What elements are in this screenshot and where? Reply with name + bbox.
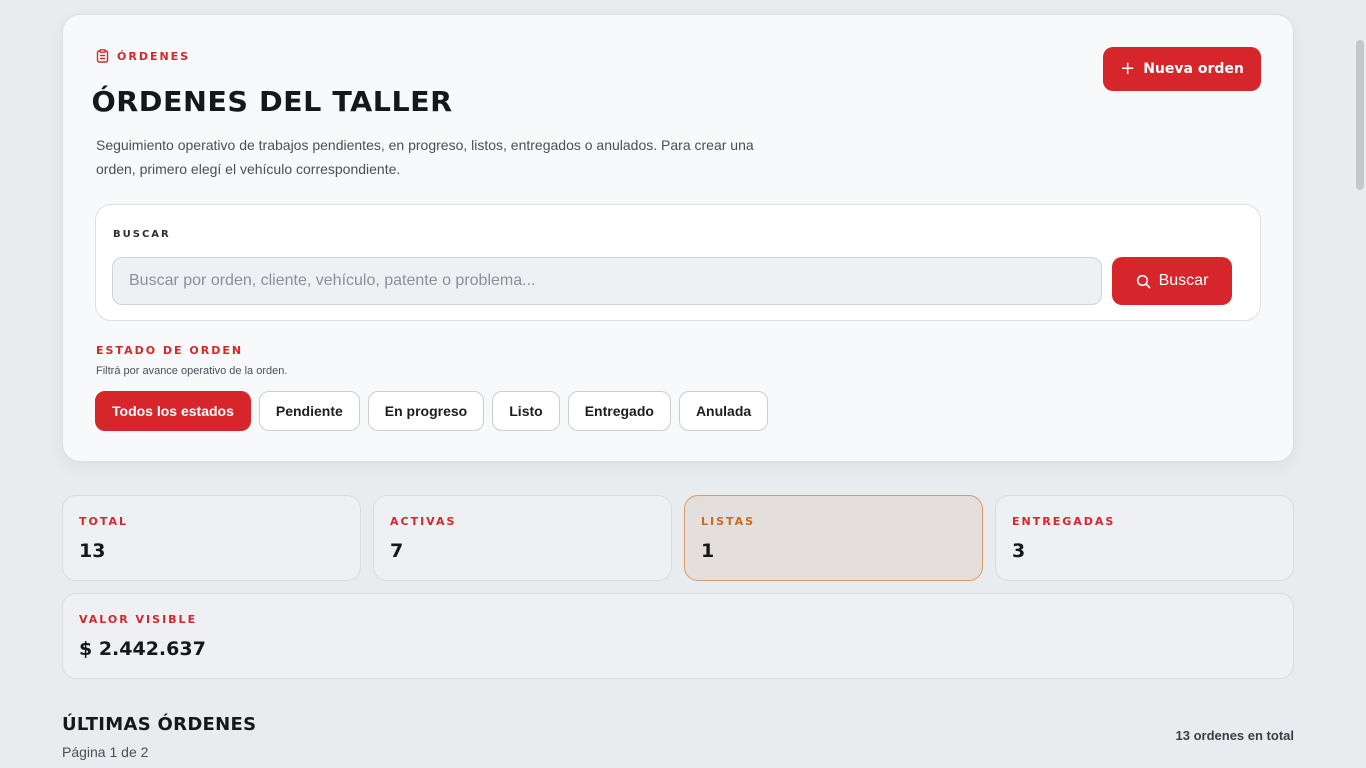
new-order-label: Nueva orden xyxy=(1143,61,1244,77)
new-order-button[interactable]: + Nueva orden xyxy=(1103,47,1261,91)
page-scrollbar[interactable] xyxy=(1354,0,1366,768)
stat-value: $ 2.442.637 xyxy=(79,638,206,660)
stat-value: 1 xyxy=(701,540,715,562)
search-button[interactable]: Buscar xyxy=(1112,257,1232,305)
stat-label: VALOR VISIBLE xyxy=(79,613,198,626)
page-description: Seguimiento operativo de trabajos pendie… xyxy=(96,137,754,177)
stat-label: ACTIVAS xyxy=(390,515,457,528)
status-filter-title: ESTADO DE ORDEN xyxy=(96,344,244,357)
stat-label: ENTREGADAS xyxy=(1012,515,1116,528)
stat-label: LISTAS xyxy=(701,515,756,528)
page-title: ÓRDENES DEL TALLER xyxy=(91,85,453,118)
status-filter-subtitle: Filtrá por avance operativo de la orden. xyxy=(96,365,288,377)
orders-page: ÓRDENES ÓRDENES DEL TALLER Seguimiento o… xyxy=(0,0,1366,768)
stat-value: 7 xyxy=(390,540,404,562)
stat-card-entregadas: ENTREGADAS 3 xyxy=(995,495,1294,581)
stat-card-valor-visible: VALOR VISIBLE $ 2.442.637 xyxy=(62,593,1294,679)
clipboard-icon xyxy=(96,49,109,63)
latest-orders-title: ÚLTIMAS ÓRDENES xyxy=(62,714,257,735)
stat-value: 3 xyxy=(1012,540,1026,562)
search-button-label: Buscar xyxy=(1158,272,1209,289)
search-input[interactable] xyxy=(112,257,1102,305)
chip-en-progreso[interactable]: En progreso xyxy=(367,391,485,431)
stat-card-total: TOTAL 13 xyxy=(62,495,361,581)
stat-label: TOTAL xyxy=(79,515,129,528)
plus-icon: + xyxy=(1120,58,1136,79)
chip-entregado[interactable]: Entregado xyxy=(567,391,671,431)
search-icon xyxy=(1136,274,1150,288)
stat-card-listas: LISTAS 1 xyxy=(684,495,983,581)
chip-todos-los-estados[interactable]: Todos los estados xyxy=(95,391,251,431)
stat-value: 13 xyxy=(79,540,106,562)
chip-pendiente[interactable]: Pendiente xyxy=(258,391,360,431)
search-label: BUSCAR xyxy=(113,229,171,240)
pagination-label: Página 1 de 2 xyxy=(62,744,149,760)
scrollbar-thumb[interactable] xyxy=(1356,40,1364,190)
section-eyebrow: ÓRDENES xyxy=(96,49,190,63)
status-filter-chips: Todos los estados Pendiente En progreso … xyxy=(95,391,769,431)
chip-listo[interactable]: Listo xyxy=(492,391,560,431)
stat-card-activas: ACTIVAS 7 xyxy=(373,495,672,581)
chip-anulada[interactable]: Anulada xyxy=(678,391,769,431)
search-panel: BUSCAR Buscar xyxy=(95,204,1261,321)
orders-header-card: ÓRDENES ÓRDENES DEL TALLER Seguimiento o… xyxy=(62,14,1294,462)
orders-count: 13 ordenes en total xyxy=(1175,728,1294,743)
eyebrow-label: ÓRDENES xyxy=(117,49,191,63)
